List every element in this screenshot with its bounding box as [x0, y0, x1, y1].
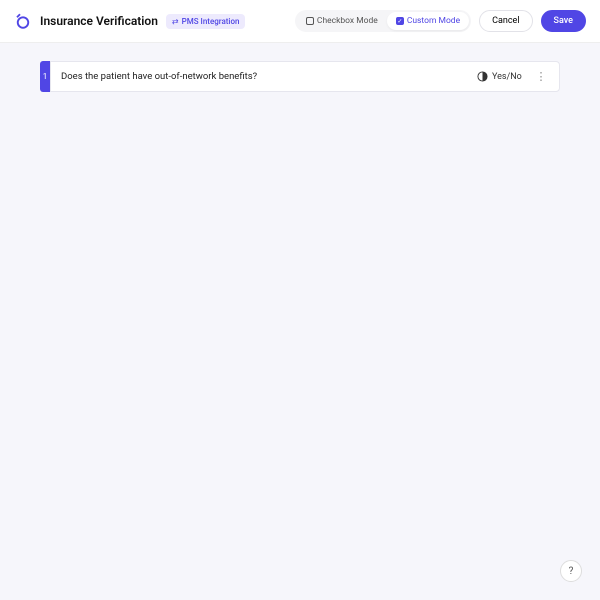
mode-toggle: Checkbox Mode ✓ Custom Mode — [295, 10, 471, 32]
integration-badge[interactable]: ⇄ PMS Integration — [166, 14, 246, 29]
yesno-icon — [477, 71, 488, 82]
save-button[interactable]: Save — [541, 10, 586, 32]
answer-type[interactable]: Yes/No — [477, 71, 533, 82]
checkbox-icon — [306, 17, 314, 25]
custom-mode-tab[interactable]: ✓ Custom Mode — [387, 12, 469, 30]
question-block: 1 Does the patient have out-of-network b… — [40, 61, 560, 92]
checkbox-icon: ✓ — [396, 17, 404, 25]
drag-handle[interactable]: 1 — [40, 61, 50, 92]
branch-icon: ⇄ — [172, 17, 179, 26]
cancel-button[interactable]: Cancel — [479, 10, 532, 32]
checkbox-mode-tab[interactable]: Checkbox Mode — [297, 12, 387, 30]
question-text[interactable]: Does the patient have out-of-network ben… — [61, 71, 477, 82]
page-title: Insurance Verification — [40, 14, 158, 28]
help-button[interactable]: ? — [560, 560, 582, 582]
topbar: Insurance Verification ⇄ PMS Integration… — [0, 0, 600, 43]
question-list: 1 Does the patient have out-of-network b… — [0, 43, 600, 114]
more-menu-icon[interactable]: ⋮ — [533, 70, 549, 83]
app-logo-icon — [14, 12, 32, 30]
